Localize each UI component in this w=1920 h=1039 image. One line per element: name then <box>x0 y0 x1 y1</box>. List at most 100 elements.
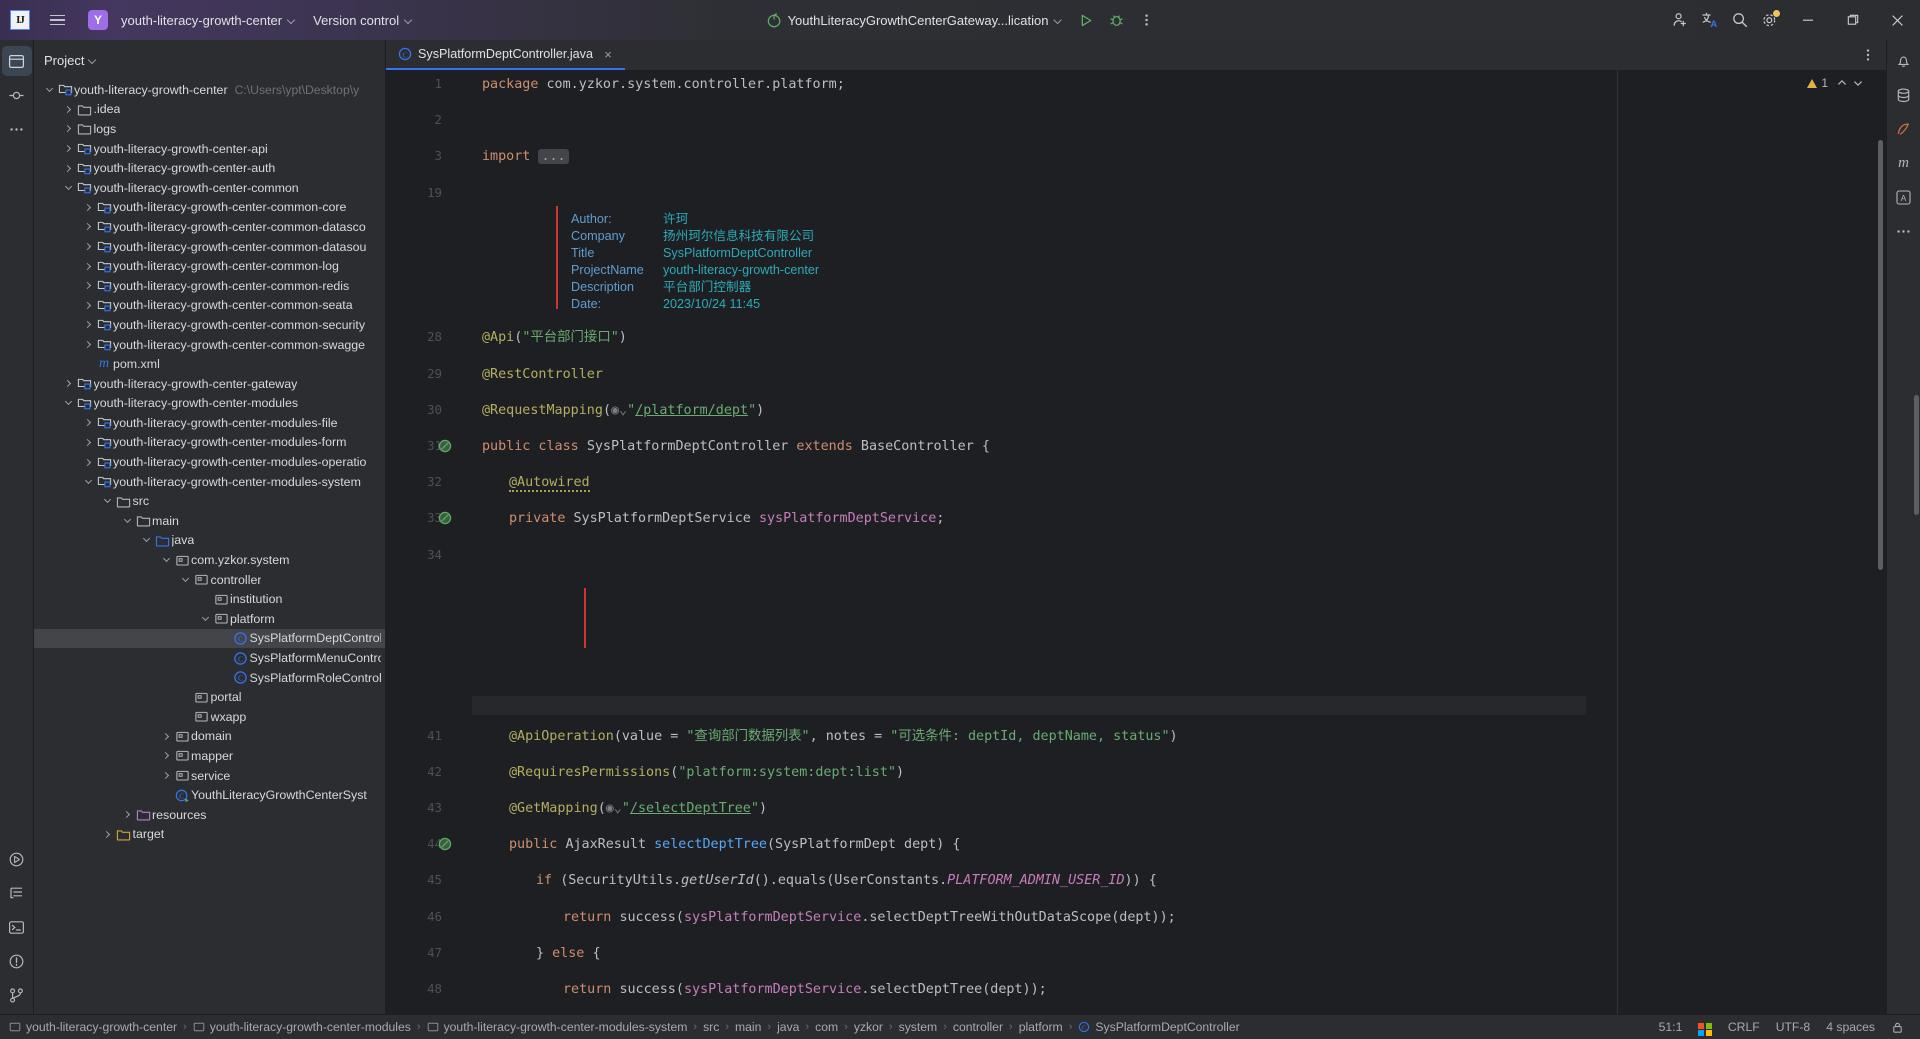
tree-item-institution[interactable]: institution <box>34 589 385 609</box>
tool-window-terminal[interactable] <box>2 912 32 942</box>
more-actions-button[interactable] <box>1131 5 1161 35</box>
tree-item-youth-literacy-growth-center-common-swagge[interactable]: youth-literacy-growth-center-common-swag… <box>34 335 385 355</box>
tree-item-sysplatformdeptcontroller[interactable]: C SysPlatformDeptController <box>34 628 385 649</box>
chevron-right-icon[interactable] <box>81 419 95 427</box>
chevron-down-icon[interactable] <box>198 613 212 621</box>
tool-window-structure[interactable] <box>2 878 32 908</box>
windows-ime-icon[interactable] <box>1690 1016 1720 1039</box>
project-tree[interactable]: youth-literacy-growth-center C:\Users\ypt… <box>34 74 385 1014</box>
chevron-right-icon[interactable] <box>62 380 76 388</box>
tree-item-youth-literacy-growth-center-common-log[interactable]: youth-literacy-growth-center-common-log <box>34 256 385 276</box>
tree-item-youth-literacy-growth-center-modules-file[interactable]: youth-literacy-growth-center-modules-fil… <box>34 413 385 433</box>
chevron-right-icon[interactable] <box>159 772 173 780</box>
chevron-right-icon[interactable] <box>62 145 76 153</box>
editor-tab-options-button[interactable] <box>1860 40 1886 70</box>
tree-item-com-yzkor-system[interactable]: com.yzkor.system <box>34 550 385 570</box>
chevron-right-icon[interactable] <box>81 243 95 251</box>
close-button[interactable] <box>1875 0 1920 40</box>
run-configuration-selector[interactable]: YouthLiteracyGrowthCenterGateway...licat… <box>759 9 1072 32</box>
tree-item-youth-literacy-growth-center-modules-system[interactable]: youth-literacy-growth-center-modules-sys… <box>34 472 385 492</box>
chevron-down-icon[interactable] <box>81 476 95 484</box>
tree-item-youth-literacy-growth-center-modules[interactable]: youth-literacy-growth-center-modules <box>34 394 385 414</box>
minimize-button[interactable] <box>1785 0 1830 40</box>
breadcrumb-item[interactable]: java <box>772 1020 804 1034</box>
tree-item-controller[interactable]: controller <box>34 570 385 590</box>
tree-item-pom-xml[interactable]: m pom.xml <box>34 354 385 374</box>
tree-item-src[interactable]: src <box>34 491 385 511</box>
close-icon[interactable]: × <box>601 47 615 62</box>
tree-item-youthliteracygrowthcentersyst[interactable]: C YouthLiteracyGrowthCenterSyst <box>34 785 385 805</box>
project-selector[interactable]: Y youth-literacy-growth-center <box>80 6 305 34</box>
run-button[interactable] <box>1071 5 1101 35</box>
tool-window-git[interactable] <box>2 980 32 1010</box>
tree-item-wxapp[interactable]: wxapp <box>34 707 385 727</box>
tree-item-youth-literacy-growth-center-common-seata[interactable]: youth-literacy-growth-center-common-seat… <box>34 296 385 316</box>
indent-setting[interactable]: 4 spaces <box>1818 1018 1883 1036</box>
line-separator[interactable]: CRLF <box>1720 1018 1768 1036</box>
chevron-right-icon[interactable] <box>120 811 134 819</box>
tool-window-maven[interactable] <box>1889 114 1919 144</box>
chevron-right-icon[interactable] <box>81 321 95 329</box>
tool-window-project[interactable] <box>1 46 32 76</box>
tree-item-platform[interactable]: platform <box>34 609 385 629</box>
code-editor[interactable]: 1 12319282930313233344142434445464748495… <box>386 70 1886 1014</box>
tree-item-youth-literacy-growth-center-common-core[interactable]: youth-literacy-growth-center-common-core <box>34 198 385 218</box>
chevron-right-icon[interactable] <box>159 732 173 740</box>
bean-gutter-icon[interactable] <box>438 511 452 525</box>
chevron-right-icon[interactable] <box>81 340 95 349</box>
project-panel-header[interactable]: Project <box>34 46 385 74</box>
tree-item-service[interactable]: service <box>34 766 385 786</box>
breadcrumb-item[interactable]: main <box>730 1020 766 1034</box>
tree-item-main[interactable]: main <box>34 511 385 531</box>
translate-button[interactable]: A <box>1695 5 1725 35</box>
bean-gutter-icon[interactable] <box>438 439 452 453</box>
tree-item-sysplatformmenucontroller[interactable]: C SysPlatformMenuController <box>34 648 385 668</box>
tree-item-sysplatformrolecontroller[interactable]: C SysPlatformRoleController <box>34 668 385 688</box>
lock-icon[interactable] <box>1883 1019 1912 1036</box>
tool-window-database[interactable] <box>1889 80 1919 110</box>
add-user-button[interactable] <box>1665 5 1695 35</box>
chevron-right-icon[interactable] <box>62 164 76 172</box>
breadcrumb-item[interactable]: system <box>894 1020 943 1034</box>
tool-window-commit[interactable] <box>2 80 32 110</box>
chevron-right-icon[interactable] <box>159 752 173 760</box>
project-tree-scrollbar[interactable] <box>1914 394 1919 515</box>
chevron-down-icon[interactable] <box>62 398 76 406</box>
tree-item-youth-literacy-growth-center[interactable]: youth-literacy-growth-center C:\Users\ypt… <box>34 80 385 100</box>
tool-window-more[interactable] <box>2 114 32 144</box>
tool-window-notifications[interactable] <box>1889 46 1919 76</box>
tree-item-logs[interactable]: logs <box>34 119 385 139</box>
chevron-right-icon[interactable] <box>62 125 76 133</box>
chevron-right-icon[interactable] <box>81 458 95 466</box>
chevron-right-icon[interactable] <box>81 223 95 231</box>
tree-item-portal[interactable]: portal <box>34 687 385 707</box>
caret-position[interactable]: 51:1 <box>1651 1018 1691 1036</box>
tree-item-youth-literacy-growth-center-api[interactable]: youth-literacy-growth-center-api <box>34 139 385 159</box>
breadcrumb-item[interactable]: platform <box>1014 1020 1068 1034</box>
chevron-right-icon[interactable] <box>101 830 115 838</box>
tool-window-problems[interactable] <box>2 946 32 976</box>
tree-item-youth-literacy-growth-center-common-datasou[interactable]: youth-literacy-growth-center-common-data… <box>34 237 385 257</box>
editor-tab-sysplatformdeptcontroller[interactable]: C SysPlatformDeptController.java × <box>386 40 625 70</box>
chevron-down-icon[interactable] <box>120 515 134 523</box>
chevron-right-icon[interactable] <box>81 282 95 290</box>
chevron-down-icon[interactable] <box>179 574 193 582</box>
tree-item-java[interactable]: java <box>34 531 385 551</box>
tree-item-youth-literacy-growth-center-gateway[interactable]: youth-literacy-growth-center-gateway <box>34 374 385 394</box>
chevron-down-icon[interactable] <box>159 555 173 563</box>
tree-item-youth-literacy-growth-center-auth[interactable]: youth-literacy-growth-center-auth <box>34 158 385 178</box>
chevron-down-icon[interactable] <box>62 182 76 190</box>
breadcrumb-item[interactable]: youth-literacy-growth-center <box>4 1020 182 1034</box>
version-control-menu[interactable]: Version control <box>305 9 422 32</box>
tree-item-youth-literacy-growth-center-common-datasco[interactable]: youth-literacy-growth-center-common-data… <box>34 217 385 237</box>
breadcrumb-item[interactable]: src <box>698 1020 724 1034</box>
tree-item-youth-literacy-growth-center-common-redis[interactable]: youth-literacy-growth-center-common-redi… <box>34 276 385 296</box>
search-button[interactable] <box>1725 5 1755 35</box>
breadcrumb-item[interactable]: youth-literacy-growth-center-modules <box>188 1020 416 1034</box>
tree-item-domain[interactable]: domain <box>34 727 385 747</box>
tool-window-run[interactable] <box>2 844 32 874</box>
settings-button[interactable] <box>1755 5 1785 35</box>
chevron-down-icon[interactable] <box>42 84 56 92</box>
tree-item-youth-literacy-growth-center-common-security[interactable]: youth-literacy-growth-center-common-secu… <box>34 315 385 335</box>
tree-item-youth-literacy-growth-center-modules-operatio[interactable]: youth-literacy-growth-center-modules-ope… <box>34 452 385 472</box>
